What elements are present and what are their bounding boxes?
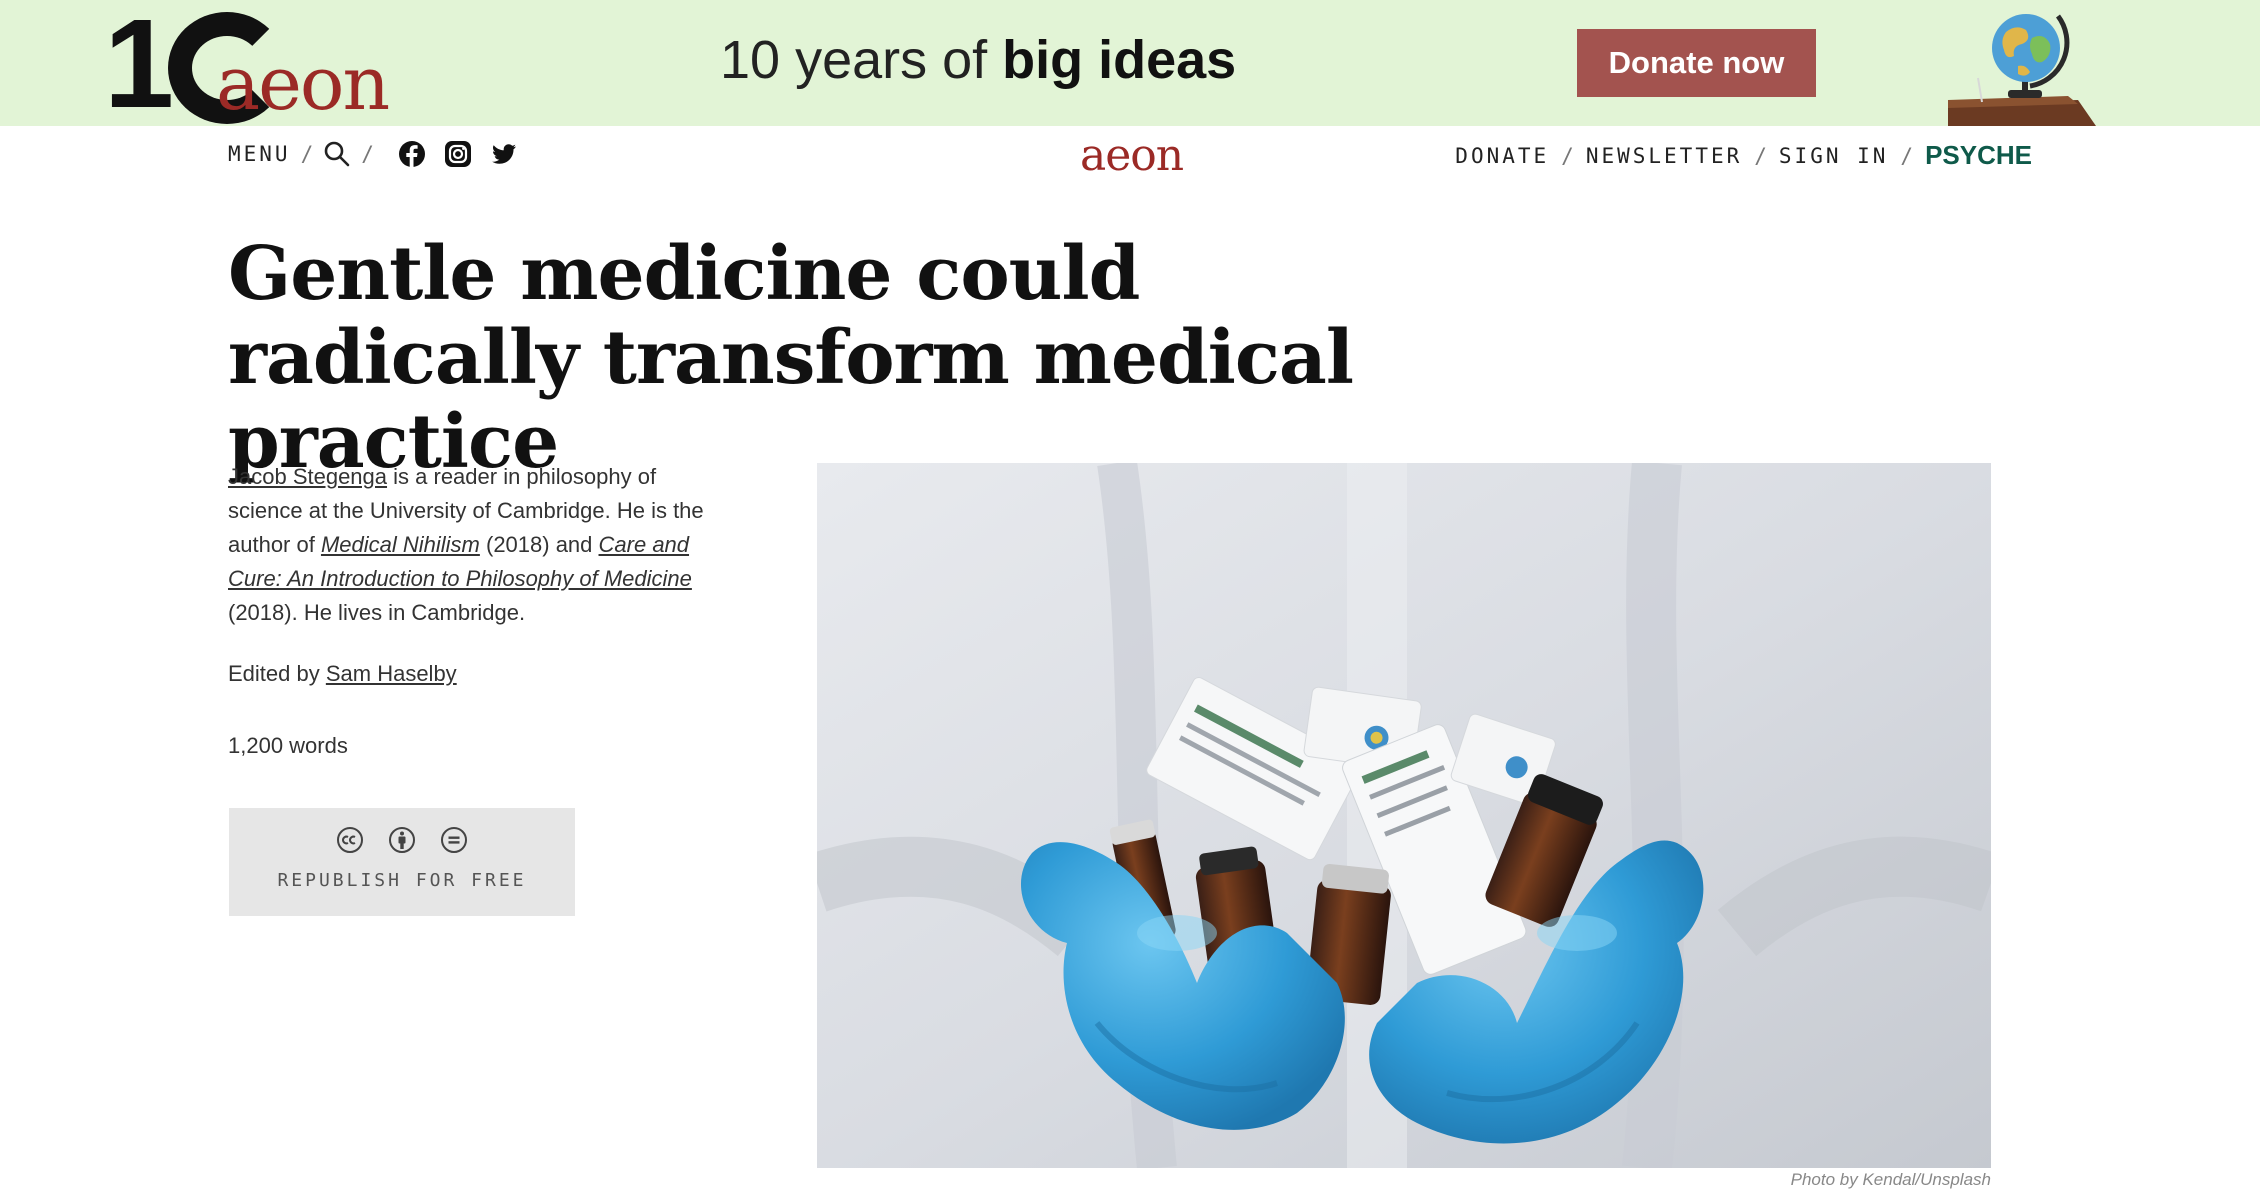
article-title: Gentle medicine could radically transfor… xyxy=(228,231,1354,485)
bio-text-3: (2018). He lives in Cambridge. xyxy=(228,600,526,625)
license-icons xyxy=(229,826,575,854)
donate-now-button[interactable]: Donate now xyxy=(1577,29,1816,97)
newsletter-link[interactable]: NEWSLETTER xyxy=(1586,144,1742,168)
nav-separator: / xyxy=(1561,143,1574,168)
bio-text-2: (2018) and xyxy=(479,532,599,557)
sign-in-link[interactable]: SIGN IN xyxy=(1779,144,1889,168)
facebook-icon[interactable] xyxy=(398,140,426,168)
book-link-medical-nihilism[interactable]: Medical Nihilism xyxy=(321,532,480,557)
logo-word: aeon xyxy=(216,41,390,127)
nav-right-group: DONATE / NEWSLETTER / SIGN IN / PSYCHE xyxy=(1455,140,2032,171)
hero-image-gloved-hands-medicine-vials xyxy=(817,463,1991,1168)
photo-credit: Photo by Kendal/Unsplash xyxy=(1790,1170,1991,1189)
logo-number: 1 xyxy=(104,0,174,134)
banner-tagline: 10 years of big ideas xyxy=(720,28,1236,92)
top-navigation: MENU / / aeon DONATE / NEWSLETTER / SIGN… xyxy=(0,126,2260,186)
nav-separator: / xyxy=(1900,143,1914,168)
tagline-bold: big ideas xyxy=(1002,30,1237,90)
aeon-home-logo[interactable]: aeon xyxy=(1080,132,1184,180)
republish-label: REPUBLISH FOR FREE xyxy=(277,870,527,891)
no-derivatives-icon xyxy=(441,827,467,853)
republish-button[interactable]: REPUBLISH FOR FREE xyxy=(229,808,575,916)
anniversary-banner: 1 aeon 10 years of big ideas Donate now xyxy=(0,0,2260,134)
nav-left-group: MENU / / xyxy=(228,140,518,168)
edited-by: Edited by Sam Haselby xyxy=(228,657,457,691)
globe-illustration xyxy=(1948,14,2096,126)
tagline-plain: 10 years of xyxy=(720,30,1003,90)
donate-link[interactable]: DONATE xyxy=(1455,144,1549,168)
book-title-1: Medical Nihilism xyxy=(320,532,480,557)
cc-icon xyxy=(337,827,363,853)
attribution-icon xyxy=(389,827,415,853)
word-count: 1,200 words xyxy=(228,733,348,758)
psyche-link[interactable]: PSYCHE xyxy=(1925,140,2032,171)
search-icon[interactable] xyxy=(323,140,351,168)
menu-link[interactable]: MENU xyxy=(228,142,291,166)
editor-link[interactable]: Sam Haselby xyxy=(326,661,457,686)
author-bio: Jacob Stegenga is a reader in philosophy… xyxy=(228,460,708,630)
ten-years-aeon-logo[interactable]: 1 aeon xyxy=(104,0,390,134)
author-link[interactable]: Jacob Stegenga xyxy=(228,464,387,489)
edited-prefix: Edited by xyxy=(228,661,326,686)
nav-separator: / xyxy=(1754,143,1767,168)
twitter-icon[interactable] xyxy=(490,140,518,168)
instagram-icon[interactable] xyxy=(444,140,472,168)
nav-separator: / xyxy=(300,142,314,166)
nav-separator: / xyxy=(361,142,374,166)
